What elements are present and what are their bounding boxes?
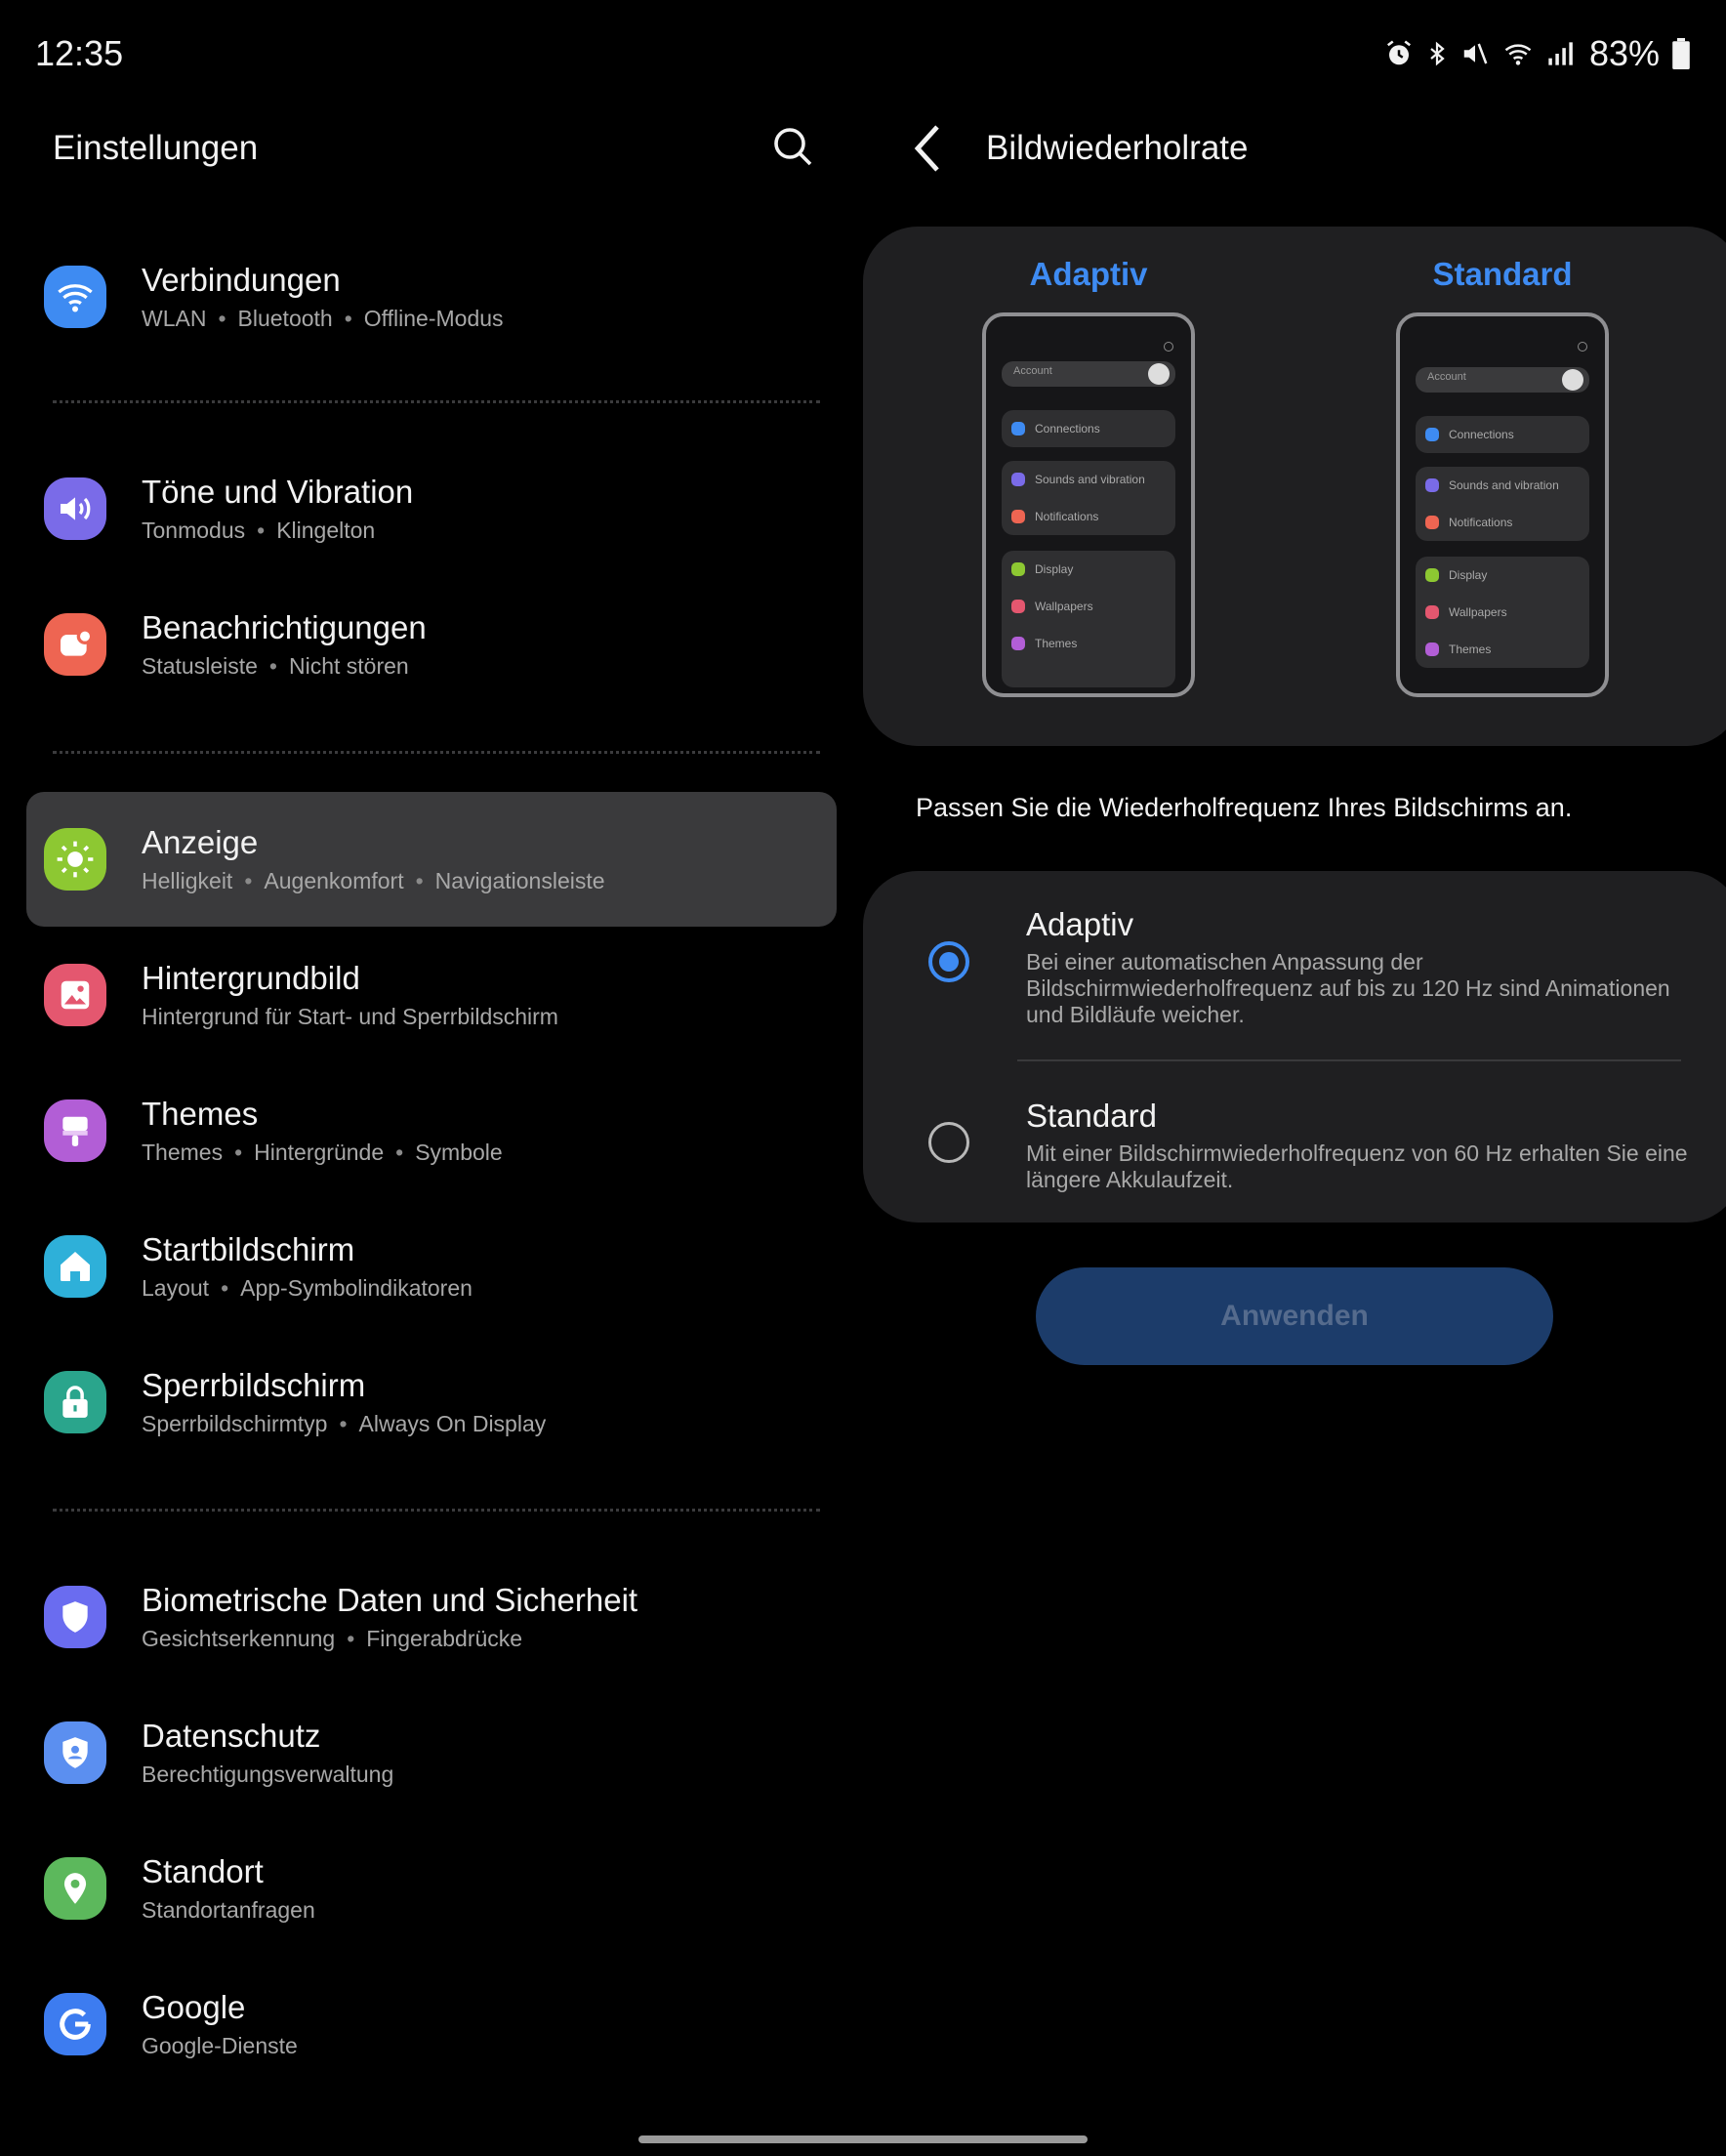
location-icon [44,1857,106,1920]
settings-item-themes[interactable]: Themes ThemesHintergründeSymbole [26,1063,837,1198]
item-title: Verbindungen [142,262,341,298]
google-icon [44,1993,106,2055]
search-icon [774,128,812,166]
avatar [1148,363,1170,385]
status-time: 12:35 [35,33,124,73]
wifi-icon [44,266,106,328]
option-desc-adaptiv: Bei einer automatischen Anpassung der Bi… [1026,949,1670,1027]
option-title-adaptiv[interactable]: Adaptiv [1026,906,1133,943]
option-title-standard[interactable]: Standard [1026,1098,1157,1135]
image-icon [44,964,106,1026]
phone-group: Display Wallpapers Themes [1416,557,1589,668]
back-arrow-icon [914,125,939,172]
phone-group: Sounds and vibration Notifications [1002,461,1175,535]
item-subtitle: ThemesHintergründeSymbole [142,1138,503,1167]
phone-preview-standard: Account Connections Sounds and vibration… [1396,312,1609,697]
speaker-icon [44,477,106,540]
settings-item-google[interactable]: Google Google-Dienste [26,1957,837,2092]
apply-button[interactable]: Anwenden [1036,1267,1553,1365]
phone-group: Connections [1416,416,1589,453]
refresh-rate-description: Passen Sie die Wiederholfrequenz Ihres B… [916,793,1573,822]
item-title: Google [142,1989,246,2025]
item-subtitle: StatusleisteNicht stören [142,651,427,681]
avatar [1562,369,1583,391]
home-indicator[interactable] [638,2135,1088,2143]
settings-item-toene[interactable]: Töne und Vibration TonmodusKlingelton [26,441,837,576]
option-divider [1017,1059,1681,1061]
mute-icon [1463,43,1488,64]
phone-group: Connections [1002,410,1175,447]
section-divider [53,1509,820,1512]
phone-group: Sounds and vibration Notifications [1416,467,1589,541]
settings-item-sperrbildschirm[interactable]: Sperrbildschirm SperrbildschirmtypAlways… [26,1335,837,1470]
phone-account-row: Account [1002,361,1175,387]
settings-item-verbindungen[interactable]: Verbindungen WLANBluetoothOffline-Modus [26,229,837,364]
settings-item-datenschutz[interactable]: Datenschutz Berechtigungsverwaltung [26,1685,837,1820]
alarm-icon [1386,40,1411,65]
back-button[interactable] [908,121,947,176]
home-icon [44,1235,106,1298]
item-title: Benachrichtigungen [142,609,427,645]
item-subtitle: GesichtserkennungFingerabdrücke [142,1624,637,1653]
radio-adaptiv[interactable] [928,941,969,982]
item-subtitle: LayoutApp-Symbolindikatoren [142,1273,473,1303]
page-title: Bildwiederholrate [986,129,1249,167]
settings-item-benachrichtigungen[interactable]: Benachrichtigungen StatusleisteNicht stö… [26,577,837,712]
settings-title: Einstellungen [53,129,259,167]
item-subtitle: Google-Dienste [142,2033,298,2058]
preview-card: Adaptiv Standard Account Connections Sou… [863,227,1726,746]
option-desc-standard: Mit einer Bildschirmwiederholfrequenz vo… [1026,1140,1688,1192]
item-title: Hintergrundbild [142,960,360,996]
item-subtitle: TonmodusKlingelton [142,516,413,545]
item-subtitle: Hintergrund für Start- und Sperrbildschi… [142,1004,558,1029]
item-subtitle: Standortanfragen [142,1897,315,1923]
refresh-rate-options: Adaptiv Bei einer automatischen Anpassun… [863,871,1726,1223]
search-icon [1164,342,1173,352]
item-subtitle: SperrbildschirmtypAlways On Display [142,1409,546,1438]
battery-icon [1672,38,1690,69]
preview-label-standard: Standard [1432,256,1573,292]
settings-item-biometrie[interactable]: Biometrische Daten und Sicherheit Gesich… [26,1550,837,1684]
settings-item-startbildschirm[interactable]: Startbildschirm LayoutApp-Symbolindikato… [26,1199,837,1334]
item-title: Töne und Vibration [142,474,414,510]
shield-icon [44,1586,106,1648]
lock-icon [44,1371,106,1433]
section-divider [53,751,820,754]
radio-standard[interactable] [928,1122,969,1163]
privacy-icon [44,1721,106,1784]
bluetooth-icon [1430,41,1445,66]
search-button[interactable] [769,123,816,170]
item-title: Startbildschirm [142,1231,355,1267]
item-title: Anzeige [142,824,259,860]
settings-item-anzeige[interactable]: Anzeige HelligkeitAugenkomfortNavigation… [26,792,837,927]
item-title: Datenschutz [142,1718,321,1754]
battery-percentage: 83% [1588,33,1660,73]
section-divider [53,400,820,403]
settings-item-hintergrundbild[interactable]: Hintergrundbild Hintergrund für Start- u… [26,928,837,1062]
sun-icon [44,828,106,891]
notification-icon [44,613,106,676]
search-icon [1578,342,1587,352]
status-icons: 83% [1384,33,1691,74]
preview-label-adaptiv: Adaptiv [1029,256,1148,292]
phone-account-row: Account [1416,367,1589,393]
wifi-icon [1504,44,1532,65]
item-subtitle: WLANBluetoothOffline-Modus [142,304,504,333]
phone-group: Display Wallpapers Themes [1002,551,1175,687]
item-title: Biometrische Daten und Sicherheit [142,1582,638,1618]
signal-icon [1548,42,1573,65]
item-title: Sperrbildschirm [142,1367,366,1403]
item-title: Themes [142,1096,259,1132]
brush-icon [44,1099,106,1162]
item-subtitle: HelligkeitAugenkomfortNavigationsleiste [142,866,605,895]
item-title: Standort [142,1853,264,1889]
phone-preview-adaptiv: Account Connections Sounds and vibration… [982,312,1195,697]
settings-item-standort[interactable]: Standort Standortanfragen [26,1821,837,1956]
item-subtitle: Berechtigungsverwaltung [142,1762,394,1787]
